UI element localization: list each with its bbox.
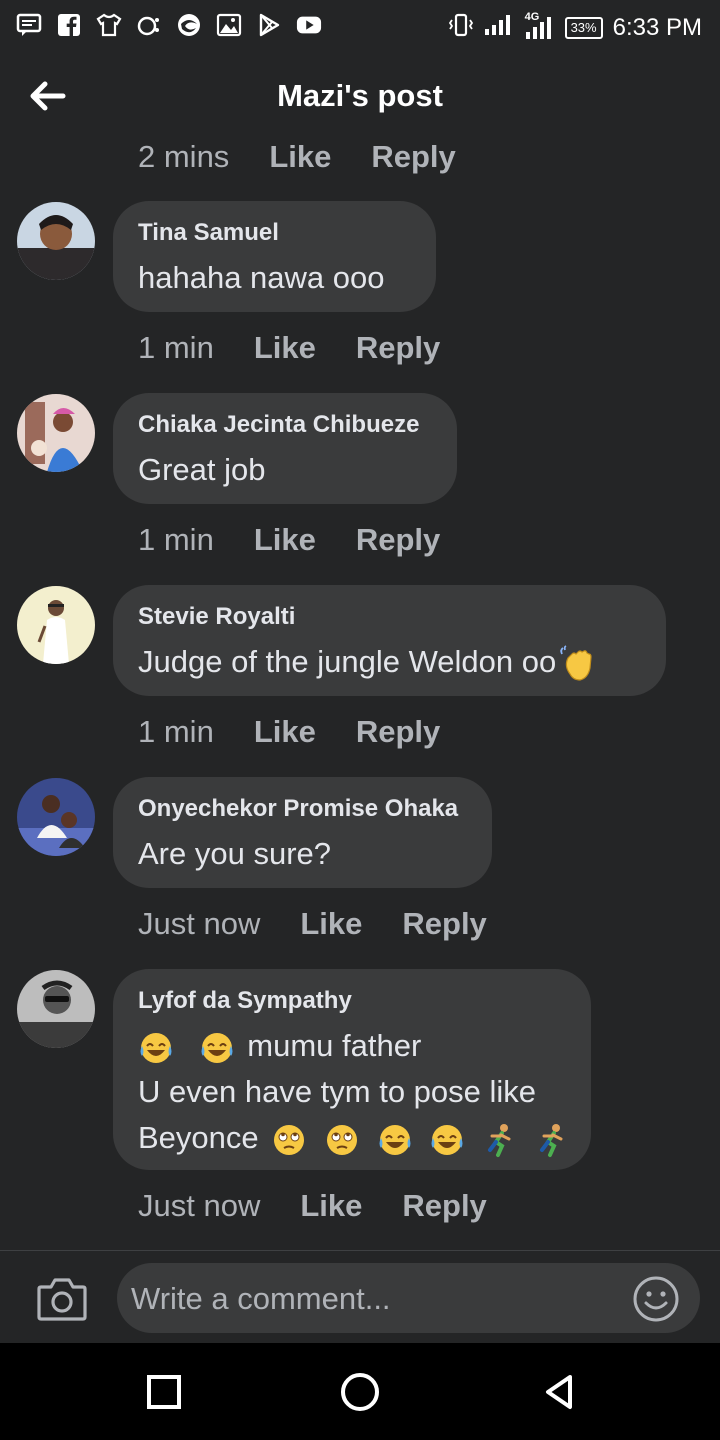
eye-roll-icon <box>326 1124 357 1155</box>
running-person-icon <box>487 1123 511 1157</box>
waving-hand-icon <box>560 645 592 681</box>
status-bar: 4G 33% 6:33 PM <box>0 0 720 52</box>
comment-time: 1 min <box>138 330 214 365</box>
reply-button[interactable]: Reply <box>402 906 486 942</box>
like-button[interactable]: Like <box>254 330 316 366</box>
reply-button[interactable]: Reply <box>356 714 440 750</box>
youtube-icon <box>296 12 322 38</box>
commenter-name[interactable]: Stevie Royalti <box>138 603 640 631</box>
comment-time: 1 min <box>138 714 214 749</box>
comment-placeholder: Write a comment... <box>131 1281 391 1316</box>
commenter-name[interactable]: Onyechekor Promise Ohaka <box>138 795 466 823</box>
page-title: Mazi's post <box>277 78 443 113</box>
commenter-name[interactable]: Tina Samuel <box>138 219 410 247</box>
comment-bubble: Chiaka Jecinta Chibueze Great job <box>113 393 457 504</box>
tears-of-joy-icon <box>431 1124 463 1155</box>
message-icon <box>16 12 42 38</box>
reply-button[interactable]: Reply <box>356 330 440 366</box>
like-button[interactable]: Like <box>269 139 331 175</box>
comment-text: Are you sure? <box>138 836 331 871</box>
avatar[interactable] <box>17 202 95 280</box>
like-button[interactable]: Like <box>254 714 316 750</box>
comment-bubble: Lyfof da Sympathy mumu father U even hav… <box>113 969 591 1170</box>
comment-time: Just now <box>138 906 261 941</box>
facebook-icon <box>56 12 82 38</box>
like-button[interactable]: Like <box>300 906 362 942</box>
shirt-icon <box>96 12 122 38</box>
comment-input[interactable]: Write a comment... <box>117 1263 700 1333</box>
comment-composer: Write a comment... <box>0 1251 720 1343</box>
avatar[interactable] <box>17 586 95 664</box>
tears-of-joy-icon <box>379 1124 411 1155</box>
comment-bubble: Onyechekor Promise Ohaka Are you sure? <box>113 777 492 888</box>
system-nav-bar <box>0 1343 720 1440</box>
chat-bubble-icon <box>136 12 162 38</box>
comment-meta: Just now Like Reply <box>138 1186 527 1226</box>
signal-4g-icon: 4G <box>523 11 555 41</box>
square-icon <box>147 1375 181 1409</box>
comment-bubble: Stevie Royalti Judge of the jungle Weldo… <box>113 585 666 696</box>
swirl-app-icon <box>176 12 202 38</box>
avatar[interactable] <box>17 970 95 1048</box>
comment-meta: 1 min Like Reply <box>138 328 480 368</box>
commenter-name[interactable]: Chiaka Jecinta Chibueze <box>138 411 431 439</box>
circle-icon <box>341 1373 379 1411</box>
home-button[interactable] <box>339 1371 381 1413</box>
tears-of-joy-icon <box>140 1032 172 1063</box>
running-person-icon <box>540 1123 563 1157</box>
comment-bubble: Tina Samuel hahaha nawa ooo <box>113 201 436 312</box>
comment-meta: 1 min Like Reply <box>138 712 480 752</box>
back-nav-button[interactable] <box>538 1371 580 1413</box>
reply-button[interactable]: Reply <box>371 139 455 175</box>
image-icon <box>216 12 242 38</box>
comment-text: mumu father <box>247 1028 422 1063</box>
comment-time: 2 mins <box>138 139 230 174</box>
comment-meta: Just now Like Reply <box>138 904 527 944</box>
comment-text: Judge of the jungle Weldon oo <box>138 644 557 679</box>
comment-meta: 2 mins Like Reply <box>138 137 496 177</box>
avatar[interactable] <box>17 394 95 472</box>
like-button[interactable]: Like <box>300 1188 362 1224</box>
signal-icon <box>483 13 513 43</box>
commenter-name[interactable]: Lyfof da Sympathy <box>138 987 565 1015</box>
comment-text: hahaha nawa ooo <box>138 260 385 295</box>
vibrate-icon <box>448 12 473 44</box>
header: Mazi's post <box>0 64 720 134</box>
reply-button[interactable]: Reply <box>356 522 440 558</box>
tears-of-joy-icon <box>201 1032 233 1063</box>
eye-roll-icon <box>274 1124 305 1155</box>
comment-time: 1 min <box>138 522 214 557</box>
like-button[interactable]: Like <box>254 522 316 558</box>
play-store-icon <box>256 12 282 38</box>
emoji-button[interactable] <box>632 1275 680 1323</box>
reply-button[interactable]: Reply <box>402 1188 486 1224</box>
camera-icon <box>37 1278 87 1321</box>
comment-time: Just now <box>138 1188 261 1223</box>
clock: 6:33 PM <box>612 14 702 41</box>
comment-meta: 1 min Like Reply <box>138 520 480 560</box>
smiley-icon <box>633 1276 679 1322</box>
comment-text: U even have tym to pose like <box>138 1074 537 1109</box>
comment-text: Beyonce <box>138 1120 259 1155</box>
recent-apps-button[interactable] <box>143 1371 185 1413</box>
avatar[interactable] <box>17 778 95 856</box>
triangle-back-icon <box>546 1375 572 1409</box>
camera-button[interactable] <box>36 1275 88 1323</box>
comment-text: Great job <box>138 452 266 487</box>
battery-indicator: 33% <box>564 17 603 39</box>
